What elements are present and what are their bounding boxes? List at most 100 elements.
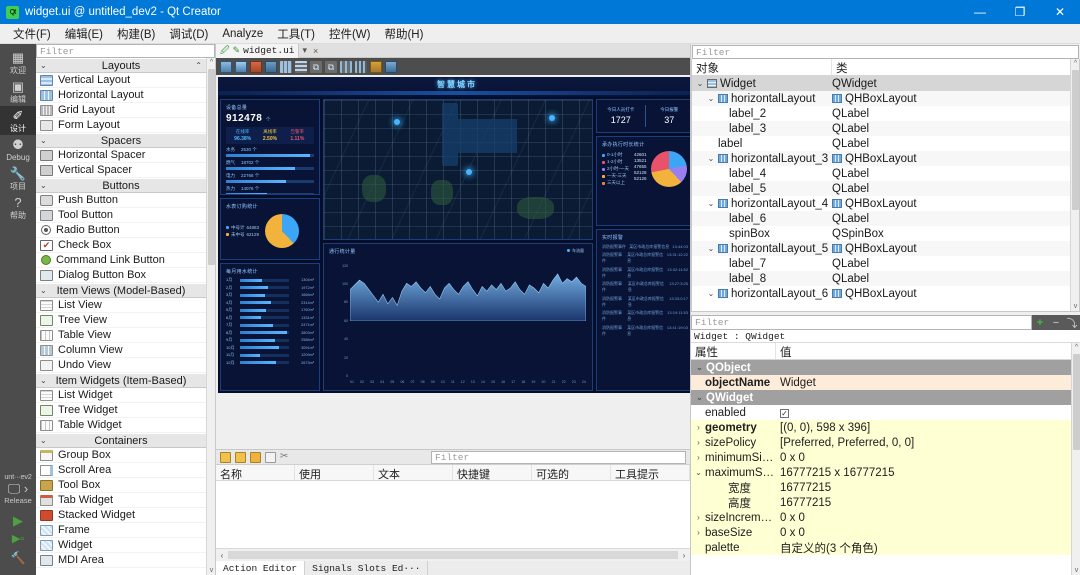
property-editor-filter-input[interactable]: Filter	[691, 315, 1032, 330]
property-row-0[interactable]: ⌄ QObject	[691, 360, 1071, 375]
object-row-14[interactable]: ⌄ horizontalLayout_6 QHBoxLayout	[692, 286, 1070, 301]
widget-item-radio-button[interactable]: Radio Button	[36, 223, 206, 238]
dashboard-preview[interactable]: 智慧城市 设备总量 912478 个 在线率 96.38% 离线率 2.50% …	[218, 77, 690, 393]
configure-icon[interactable]: ✂	[280, 451, 291, 463]
expand-icon[interactable]: ›	[694, 513, 703, 522]
chevron-down-icon[interactable]: ⌄	[707, 154, 715, 163]
hscroll-right-arrow[interactable]: ›	[678, 551, 690, 560]
scroll-up-arrow[interactable]: ^	[1072, 343, 1080, 352]
mode-编辑[interactable]: ▣ 编辑	[0, 77, 36, 106]
menu-item-2[interactable]: 构建(B)	[110, 24, 162, 44]
widget-box-scrollbar[interactable]: ^ v	[206, 58, 215, 575]
menu-item-6[interactable]: 控件(W)	[322, 24, 378, 44]
layout-splitter-horizontal-button[interactable]: ⧉	[310, 60, 322, 73]
widget-item-group-box[interactable]: Group Box	[36, 448, 206, 463]
edit-signals-slots-button[interactable]	[235, 60, 247, 73]
widget-item-tool-box[interactable]: Tool Box	[36, 478, 206, 493]
widget-item-table-view[interactable]: Table View	[36, 328, 206, 343]
chevron-down-icon[interactable]: ⌄	[707, 244, 715, 253]
menu-item-3[interactable]: 调试(D)	[162, 24, 215, 44]
chevron-down-icon[interactable]: ⌄	[695, 363, 704, 372]
expand-icon[interactable]: ›	[694, 423, 703, 432]
tab-close-icon[interactable]: ×	[310, 46, 321, 56]
widget-item-tool-button[interactable]: Tool Button	[36, 208, 206, 223]
tab-dropdown-icon[interactable]: ▾	[299, 45, 310, 56]
widget-item-list-view[interactable]: List View	[36, 298, 206, 313]
widget-item-mdi-area[interactable]: MDI Area	[36, 553, 206, 568]
widget-item-stacked-widget[interactable]: Stacked Widget	[36, 508, 206, 523]
widget-item-column-view[interactable]: Column View	[36, 343, 206, 358]
property-row-12[interactable]: palette 自定义的(3 个角色)	[691, 540, 1071, 555]
scroll-down-arrow[interactable]: v	[207, 566, 215, 575]
widget-item-table-widget[interactable]: Table Widget	[36, 418, 206, 433]
property-row-5[interactable]: › sizePolicy [Preferred, Preferred, 0, 0]	[691, 435, 1071, 450]
widget-item-scroll-area[interactable]: Scroll Area	[36, 463, 206, 478]
object-row-13[interactable]: label_8 QLabel	[692, 271, 1070, 286]
widget-section-Item Widgets (Item-Based)[interactable]: ⌄ Item Widgets (Item-Based)	[36, 373, 206, 388]
new-action-icon[interactable]	[220, 451, 231, 463]
widget-item-grid-layout[interactable]: Grid Layout	[36, 103, 206, 118]
mode-项目[interactable]: 🔧 项目	[0, 164, 36, 193]
widget-item-list-widget[interactable]: List Widget	[36, 388, 206, 403]
widget-item-undo-view[interactable]: Undo View	[36, 358, 206, 373]
object-row-2[interactable]: label_2 QLabel	[692, 106, 1070, 121]
chevron-down-icon[interactable]: ⌄	[695, 393, 704, 402]
adjust-size-button[interactable]	[385, 60, 397, 73]
property-row-9[interactable]: 高度 16777215	[691, 495, 1071, 510]
edit-buddies-button[interactable]	[250, 60, 262, 73]
menu-item-0[interactable]: 文件(F)	[6, 24, 58, 44]
city-map-card[interactable]	[323, 99, 593, 240]
widget-item-vertical-layout[interactable]: Vertical Layout	[36, 73, 206, 88]
object-row-5[interactable]: ⌄ horizontalLayout_3 QHBoxLayout	[692, 151, 1070, 166]
mode-设计[interactable]: ✐ 设计	[0, 106, 36, 135]
mode-Debug[interactable]: ⚉ Debug	[0, 135, 36, 164]
object-row-7[interactable]: label_5 QLabel	[692, 181, 1070, 196]
checkbox[interactable]: ✓	[780, 408, 789, 418]
property-row-1[interactable]: objectName Widget	[691, 375, 1071, 390]
property-row-8[interactable]: 宽度 16777215	[691, 480, 1071, 495]
mode-欢迎[interactable]: ▦ 欢迎	[0, 48, 36, 77]
widget-item-horizontal-spacer[interactable]: Horizontal Spacer	[36, 148, 206, 163]
action-tab-1[interactable]: Signals Slots Ed···	[305, 561, 429, 575]
menu-item-4[interactable]: Analyze	[215, 26, 270, 42]
widget-item-vertical-spacer[interactable]: Vertical Spacer	[36, 163, 206, 178]
object-row-1[interactable]: ⌄ horizontalLayout QHBoxLayout	[692, 91, 1070, 106]
edit-tab-order-button[interactable]	[265, 60, 277, 73]
expand-icon[interactable]: ⌄	[694, 468, 703, 477]
widget-box-list[interactable]: ⌄ Layouts ⌃ Vertical Layout Horizontal Layou…	[36, 58, 206, 575]
scroll-up-arrow[interactable]: ^	[1071, 59, 1079, 68]
build-hammer-button[interactable]: 🔨	[11, 549, 26, 567]
menu-item-1[interactable]: 编辑(E)	[58, 24, 110, 44]
expand-icon[interactable]: ›	[694, 528, 703, 537]
chevron-down-icon[interactable]: ⌄	[707, 94, 715, 103]
copy-action-icon[interactable]	[235, 451, 246, 463]
object-row-3[interactable]: label_3 QLabel	[692, 121, 1070, 136]
kit-selector[interactable]: unt···ev2 🖵 › Release ▶ ▶▫ 🔨	[0, 472, 36, 567]
object-row-9[interactable]: label_6 QLabel	[692, 211, 1070, 226]
chevron-down-icon[interactable]: ⌄	[707, 199, 715, 208]
object-row-4[interactable]: label QLabel	[692, 136, 1070, 151]
chevron-down-icon[interactable]: ⌄	[696, 79, 704, 88]
object-row-8[interactable]: ⌄ horizontalLayout_4 QHBoxLayout	[692, 196, 1070, 211]
property-row-6[interactable]: › minimumSi… 0 x 0	[691, 450, 1071, 465]
widget-item-horizontal-layout[interactable]: Horizontal Layout	[36, 88, 206, 103]
delete-action-icon[interactable]	[265, 451, 276, 463]
scroll-down-arrow[interactable]: v	[1071, 302, 1079, 311]
widget-section-Layouts[interactable]: ⌄ Layouts ⌃	[36, 58, 206, 73]
break-layout-button[interactable]	[370, 60, 382, 73]
add-property-button[interactable]: +	[1032, 315, 1048, 330]
minimize-button[interactable]: —	[960, 0, 1000, 24]
expand-icon[interactable]: ›	[694, 453, 703, 462]
widget-item-tree-widget[interactable]: Tree Widget	[36, 403, 206, 418]
widget-item-widget[interactable]: Widget	[36, 538, 206, 553]
run-button[interactable]: ▶	[13, 511, 23, 530]
action-tab-0[interactable]: Action Editor	[216, 561, 306, 575]
property-row-3[interactable]: enabled ✓	[691, 405, 1071, 420]
action-editor-body[interactable]	[216, 481, 690, 549]
layout-form-button[interactable]	[340, 60, 352, 73]
property-editor-table[interactable]: ⌄ QObject objectName Widget ⌄ QWidget enabled ✓…	[691, 360, 1071, 575]
configure-property-button[interactable]: ⤵	[1064, 315, 1080, 330]
object-inspector-scrollbar[interactable]: ^ v	[1070, 59, 1079, 311]
widget-section-Spacers[interactable]: ⌄ Spacers	[36, 133, 206, 148]
property-row-10[interactable]: › sizeIncrem… 0 x 0	[691, 510, 1071, 525]
